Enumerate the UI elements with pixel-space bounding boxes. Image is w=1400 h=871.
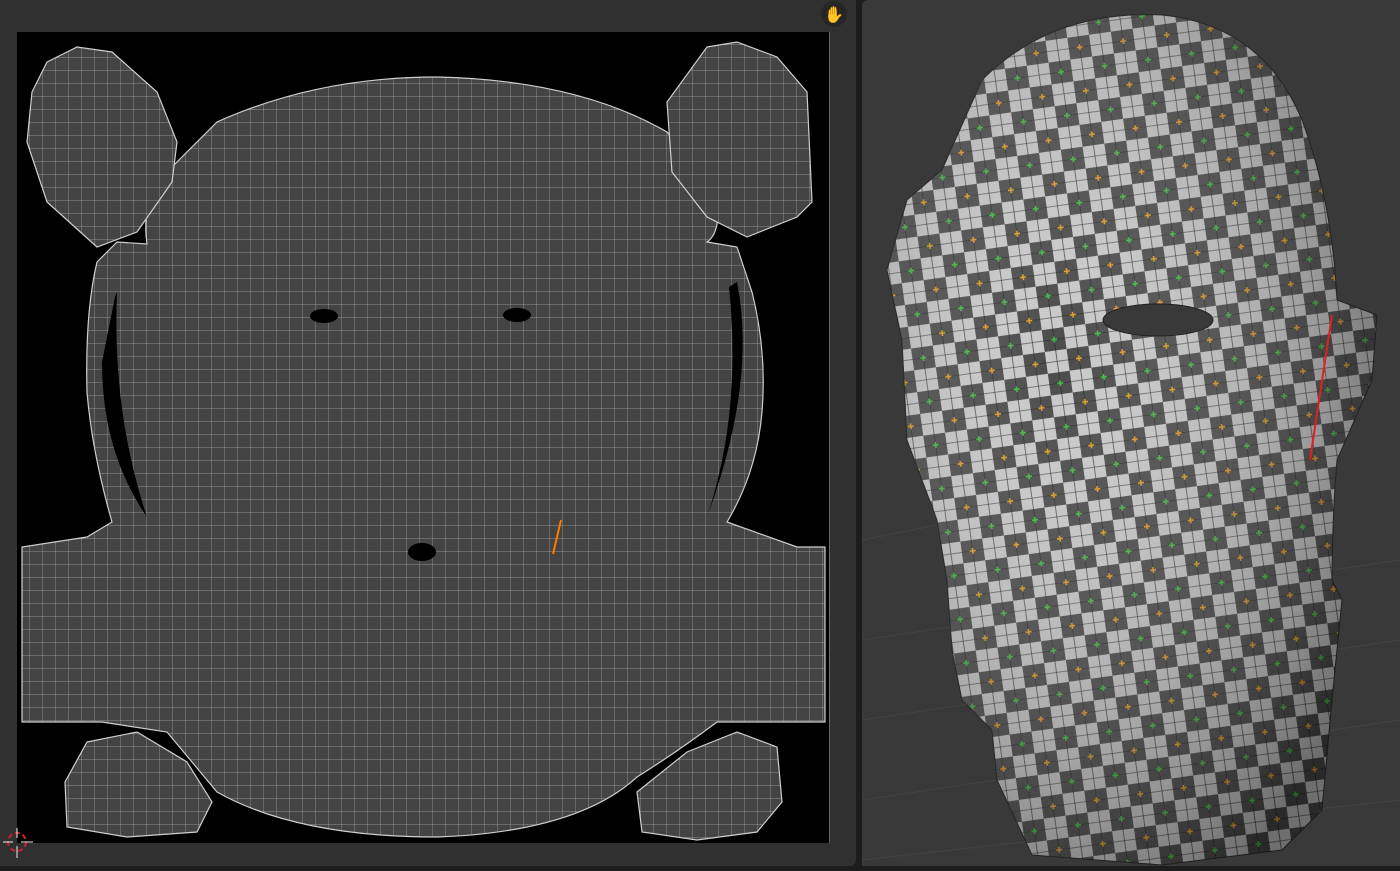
uv-islands	[21, 41, 826, 841]
uv-editor-panel[interactable]: ✋	[0, 0, 856, 866]
uv-eye-hole-left	[310, 309, 338, 323]
uv-eye-hole-right	[503, 308, 531, 322]
uv-mouth-hole	[408, 543, 436, 561]
2d-cursor-icon[interactable]	[3, 828, 33, 858]
hand-pan-icon: ✋	[824, 4, 844, 24]
viewport-scene	[862, 14, 1400, 866]
uv-canvas[interactable]	[17, 32, 830, 843]
eye-hole	[1102, 303, 1214, 337]
pan-view-button[interactable]: ✋	[821, 1, 847, 27]
3d-viewport[interactable]	[862, 0, 1400, 866]
